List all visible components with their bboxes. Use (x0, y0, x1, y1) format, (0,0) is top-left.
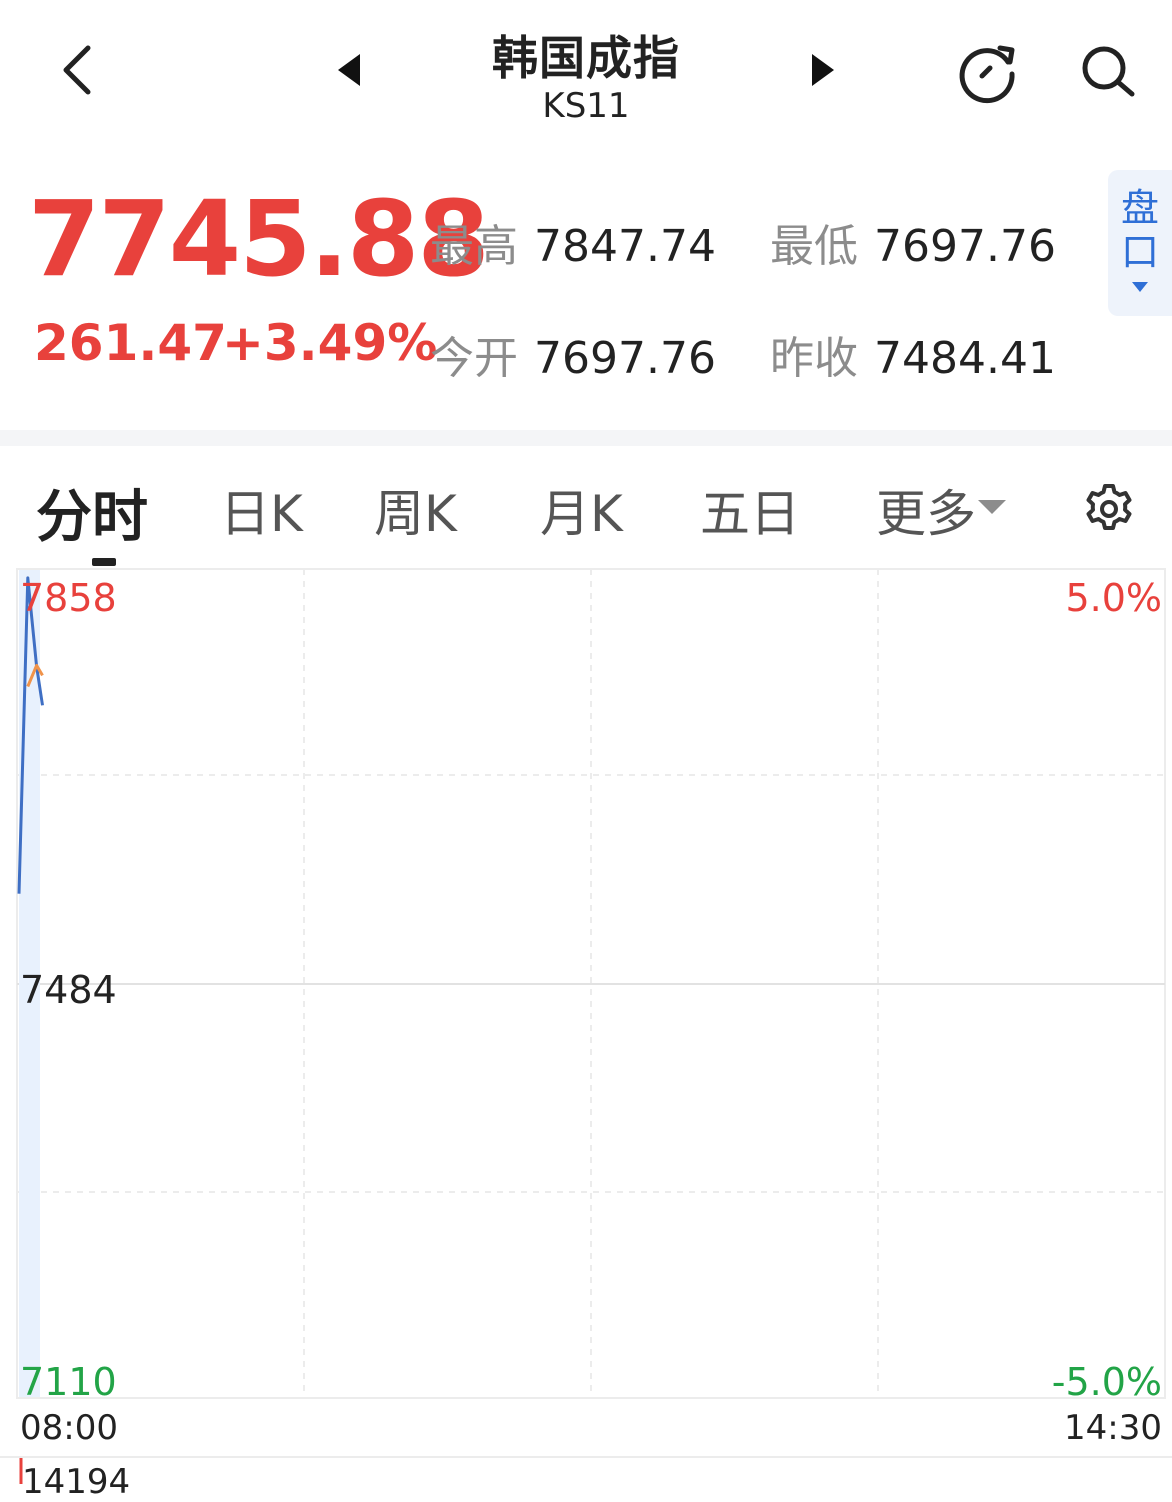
tab-monthly-k[interactable]: 月K (540, 474, 623, 546)
current-price: 7745.88 (28, 178, 490, 300)
x-axis-end-label: 14:30 (1064, 1408, 1162, 1448)
refresh-button[interactable] (956, 40, 1022, 104)
pankou-char-1: 口 (1120, 230, 1159, 274)
pct-axis-bottom-label: -5.0% (1051, 1360, 1162, 1404)
tab-daily-k[interactable]: 日K (220, 474, 303, 546)
stat-high: 最高 7847.74 (430, 210, 716, 274)
tab-intraday[interactable]: 分时 (36, 472, 148, 553)
y-axis-top-label: 7858 (20, 576, 117, 620)
price-change: 261.47 (34, 314, 227, 372)
volume-value-label: 14194 (22, 1462, 131, 1502)
stat-prev-close-label: 昨收 (770, 333, 858, 384)
pankou-label: 盘口 (1108, 186, 1172, 274)
stat-open-value: 7697.76 (534, 333, 716, 384)
stat-low-value: 7697.76 (874, 221, 1056, 272)
stat-prev-close-value: 7484.41 (874, 333, 1056, 384)
x-axis-start-label: 08:00 (20, 1408, 118, 1448)
y-axis-mid-label: 7484 (20, 968, 117, 1012)
refresh-icon (959, 45, 1015, 104)
pankou-char-0: 盘 (1120, 186, 1159, 230)
gear-icon (1086, 484, 1132, 530)
tab-more[interactable]: 更多 (876, 474, 976, 546)
stat-prev-close: 昨收 7484.41 (770, 322, 1056, 386)
stat-open: 今开 7697.76 (430, 322, 716, 386)
triangle-right-icon (812, 54, 834, 86)
stat-low: 最低 7697.76 (770, 210, 1056, 274)
next-stock-button[interactable] (806, 50, 840, 90)
price-change-pct: +3.49% (222, 314, 438, 372)
tab-weekly-k[interactable]: 周K (374, 474, 457, 546)
pct-axis-top-label: 5.0% (1065, 576, 1162, 620)
search-button[interactable] (1078, 42, 1138, 102)
y-axis-bottom-label: 7110 (20, 1360, 117, 1404)
tab-five-day[interactable]: 五日 (700, 474, 800, 546)
stat-high-label: 最高 (430, 221, 518, 272)
more-caret-icon (978, 500, 1006, 514)
search-icon (1082, 46, 1135, 97)
intraday-chart[interactable] (0, 560, 1172, 1484)
caret-down-icon (1132, 282, 1148, 292)
chart-settings-button[interactable] (1082, 482, 1136, 536)
stat-high-value: 7847.74 (534, 221, 716, 272)
stat-low-label: 最低 (770, 221, 858, 272)
stat-open-label: 今开 (430, 333, 518, 384)
section-divider (0, 430, 1172, 446)
